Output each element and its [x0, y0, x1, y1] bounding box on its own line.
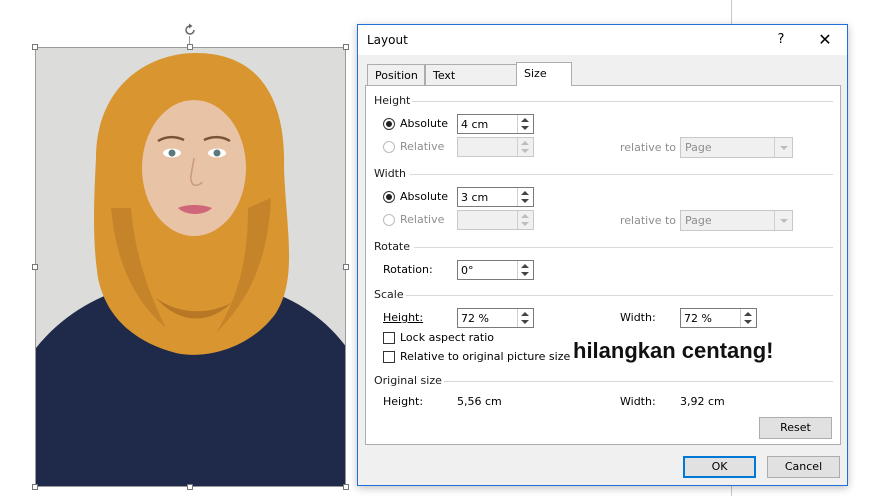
tab-size[interactable]: Size [516, 62, 572, 86]
width-absolute-label: Absolute [400, 190, 449, 203]
height-relative-input[interactable] [457, 137, 534, 157]
selected-picture[interactable] [35, 47, 346, 487]
resize-handle-middle-right[interactable] [343, 264, 349, 270]
reset-button[interactable]: Reset [759, 417, 832, 439]
rotate-section-divider [414, 247, 833, 248]
resize-handle-middle-left[interactable] [32, 264, 38, 270]
resize-handle-bottom-center[interactable] [187, 484, 193, 490]
width-relative-to-select[interactable]: Page [680, 210, 793, 231]
spinner-arrows-icon[interactable] [517, 188, 533, 206]
close-button[interactable]: ✕ [810, 29, 840, 51]
portrait-photo [36, 48, 345, 486]
help-button[interactable]: ? [768, 29, 794, 51]
original-size-section-divider [444, 381, 833, 382]
spinner-arrows-icon[interactable] [517, 115, 533, 133]
original-width-value: 3,92 cm [680, 395, 725, 408]
scale-section-divider [406, 295, 833, 296]
rotate-section-label: Rotate [374, 240, 411, 253]
rotation-handle-stem [189, 36, 190, 44]
resize-handle-top-left[interactable] [32, 44, 38, 50]
tab-position[interactable]: Position [367, 64, 425, 85]
height-section-label: Height [374, 94, 411, 107]
height-relative-label: Relative [400, 140, 445, 153]
rotate-icon[interactable] [183, 23, 197, 37]
spinner-arrows-icon[interactable] [517, 138, 533, 156]
height-absolute-input[interactable]: 4 cm [457, 114, 534, 134]
height-absolute-label: Absolute [400, 117, 449, 130]
scale-width-input[interactable]: 72 % [680, 308, 757, 328]
spinner-arrows-icon[interactable] [517, 211, 533, 229]
relative-to-original-checkbox[interactable] [383, 351, 395, 363]
resize-handle-top-center[interactable] [187, 44, 193, 50]
width-relative-input[interactable] [457, 210, 534, 230]
dialog-titlebar: Layout ? ✕ [358, 25, 847, 55]
height-relative-to-select[interactable]: Page [680, 137, 793, 158]
width-absolute-radio[interactable] [383, 191, 395, 203]
scale-height-input[interactable]: 72 % [457, 308, 534, 328]
width-relative-label: Relative [400, 213, 445, 226]
resize-handle-bottom-left[interactable] [32, 484, 38, 490]
resize-handle-bottom-right[interactable] [343, 484, 349, 490]
width-section-label: Width [374, 167, 406, 180]
spinner-arrows-icon[interactable] [517, 309, 533, 327]
width-absolute-input[interactable]: 3 cm [457, 187, 534, 207]
lock-aspect-ratio-label: Lock aspect ratio [400, 331, 495, 344]
chevron-down-icon[interactable] [774, 138, 792, 157]
spinner-arrows-icon[interactable] [517, 261, 533, 279]
tab-text-wrapping[interactable]: Text Wrapping [425, 64, 517, 103]
original-height-label: Height: [383, 395, 424, 408]
width-relative-to-label: relative to [620, 214, 677, 227]
scale-section-label: Scale [374, 288, 404, 301]
scale-height-label: Height: [383, 311, 424, 324]
height-relative-radio[interactable] [383, 141, 395, 153]
relative-to-original-label: Relative to original picture size [400, 350, 571, 363]
original-width-label: Width: [620, 395, 656, 408]
lock-aspect-ratio-checkbox[interactable] [383, 332, 395, 344]
ok-button[interactable]: OK [683, 456, 756, 478]
annotation-text: hilangkan centang! [573, 338, 774, 363]
height-section-divider [412, 101, 833, 102]
dialog-title: Layout [367, 33, 408, 47]
layout-dialog: Layout ? ✕ Position Text Wrapping Size H… [357, 24, 848, 486]
width-section-divider [410, 174, 833, 175]
height-relative-to-label: relative to [620, 141, 677, 154]
rotation-label: Rotation: [383, 263, 433, 276]
spinner-arrows-icon[interactable] [740, 309, 756, 327]
scale-width-label: Width: [620, 311, 656, 324]
width-relative-radio[interactable] [383, 214, 395, 226]
original-size-section-label: Original size [374, 374, 442, 387]
cancel-button[interactable]: Cancel [767, 456, 840, 478]
chevron-down-icon[interactable] [774, 211, 792, 230]
rotation-input[interactable]: 0° [457, 260, 534, 280]
height-absolute-radio[interactable] [383, 118, 395, 130]
original-height-value: 5,56 cm [457, 395, 502, 408]
resize-handle-top-right[interactable] [343, 44, 349, 50]
